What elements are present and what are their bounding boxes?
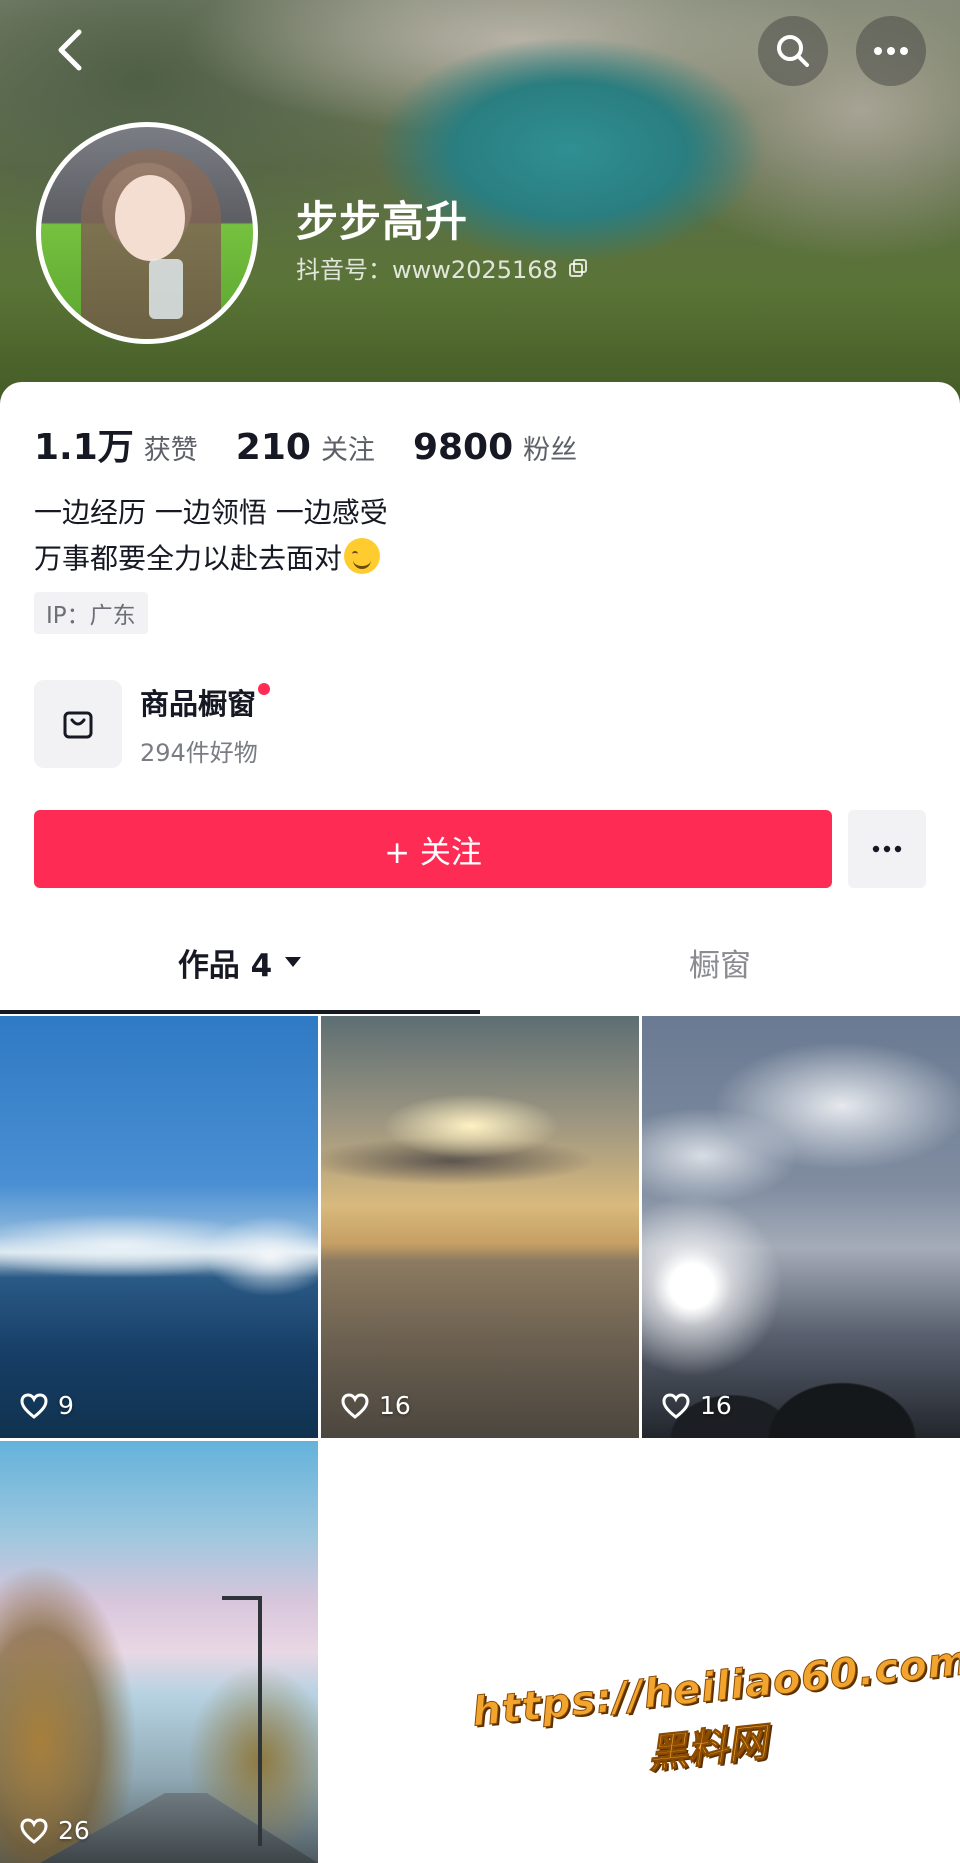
likes-count: 16 <box>662 1391 732 1420</box>
stat-following[interactable]: 210 关注 <box>236 427 375 468</box>
follow-more-button[interactable] <box>848 810 926 888</box>
bio: 一边经历 一边领悟 一边感受 万事都要全力以赴去面对 <box>34 490 388 582</box>
stat-value: 210 <box>235 427 311 468</box>
stat-value: 1.1万 <box>34 427 134 468</box>
smile-emoji-icon <box>344 538 381 574</box>
stat-label: 获赞 <box>143 435 198 466</box>
street-lamp-arm <box>222 1596 262 1600</box>
stats-row: 1.1万 获赞 210 关注 9800 粉丝 <box>34 418 615 470</box>
stat-label: 粉丝 <box>523 435 578 466</box>
heart-icon <box>20 1817 48 1844</box>
stat-value: 9800 <box>412 427 514 468</box>
back-icon <box>58 29 82 71</box>
shop-title-text: 商品橱窗 <box>140 686 257 721</box>
notification-dot <box>258 682 271 695</box>
more-horizontal-icon <box>872 845 902 853</box>
likes-count: 9 <box>20 1391 74 1420</box>
douyin-id: 抖音号：www2025168 <box>296 256 558 284</box>
follow-button[interactable]: + 关注 <box>34 810 832 888</box>
stat-followers[interactable]: 9800 粉丝 <box>413 427 577 468</box>
search-button[interactable] <box>758 16 828 86</box>
avatar-cup <box>149 259 183 319</box>
copy-icon[interactable] <box>568 258 588 278</box>
more-options-button[interactable] <box>856 16 926 86</box>
street-lamp-pole <box>258 1596 262 1846</box>
shopping-bag-icon <box>34 680 122 768</box>
profile-card: 1.1万 获赞 210 关注 9800 粉丝 一边经历 一边领悟 一边感受 万事… <box>0 382 960 1863</box>
likes-value: 16 <box>700 1391 732 1420</box>
likes-value: 16 <box>379 1391 411 1420</box>
likes-count: 26 <box>20 1816 90 1845</box>
shop-window-entry[interactable]: 商品橱窗 294件好物 <box>34 680 271 768</box>
heart-icon <box>341 1392 369 1419</box>
shop-title: 商品橱窗 <box>140 681 271 723</box>
profile-tabs: 作品 4 橱窗 <box>0 922 960 1002</box>
tab-shop-window[interactable]: 橱窗 <box>480 922 960 1002</box>
stat-likes[interactable]: 1.1万 获赞 <box>34 418 198 470</box>
ip-location-tag: IP：广东 <box>34 592 148 634</box>
caret-down-icon <box>285 957 302 967</box>
nickname: 步步高升 <box>296 197 469 246</box>
bio-line-1: 一边经历 一边领悟 一边感受 <box>34 496 388 529</box>
search-icon <box>777 35 809 67</box>
more-icon <box>874 47 908 55</box>
tab-works-label: 作品 4 <box>177 947 273 984</box>
active-tab-indicator <box>0 1010 480 1014</box>
video-thumbnail[interactable]: 9 <box>0 1016 318 1438</box>
avatar-face <box>115 175 185 261</box>
shop-text: 商品橱窗 294件好物 <box>140 681 271 768</box>
video-thumbnail[interactable]: 16 <box>642 1016 960 1438</box>
douyin-id-row[interactable]: 抖音号：www2025168 <box>296 250 588 285</box>
bio-line-2: 万事都要全力以赴去面对 <box>34 536 388 582</box>
video-thumbnail[interactable]: 16 <box>321 1016 639 1438</box>
shop-subtitle: 294件好物 <box>140 738 258 767</box>
tab-shop-label: 橱窗 <box>689 947 751 984</box>
likes-value: 26 <box>58 1816 90 1845</box>
likes-value: 9 <box>58 1391 74 1420</box>
bio-line-2-text: 万事都要全力以赴去面对 <box>34 542 343 575</box>
tab-works[interactable]: 作品 4 <box>0 922 480 1002</box>
video-thumbnail[interactable]: 26 <box>0 1441 318 1863</box>
stat-label: 关注 <box>320 435 375 466</box>
heart-icon <box>20 1392 48 1419</box>
avatar[interactable] <box>36 122 258 344</box>
back-button[interactable] <box>40 20 100 80</box>
heart-icon <box>662 1392 690 1419</box>
likes-count: 16 <box>341 1391 411 1420</box>
